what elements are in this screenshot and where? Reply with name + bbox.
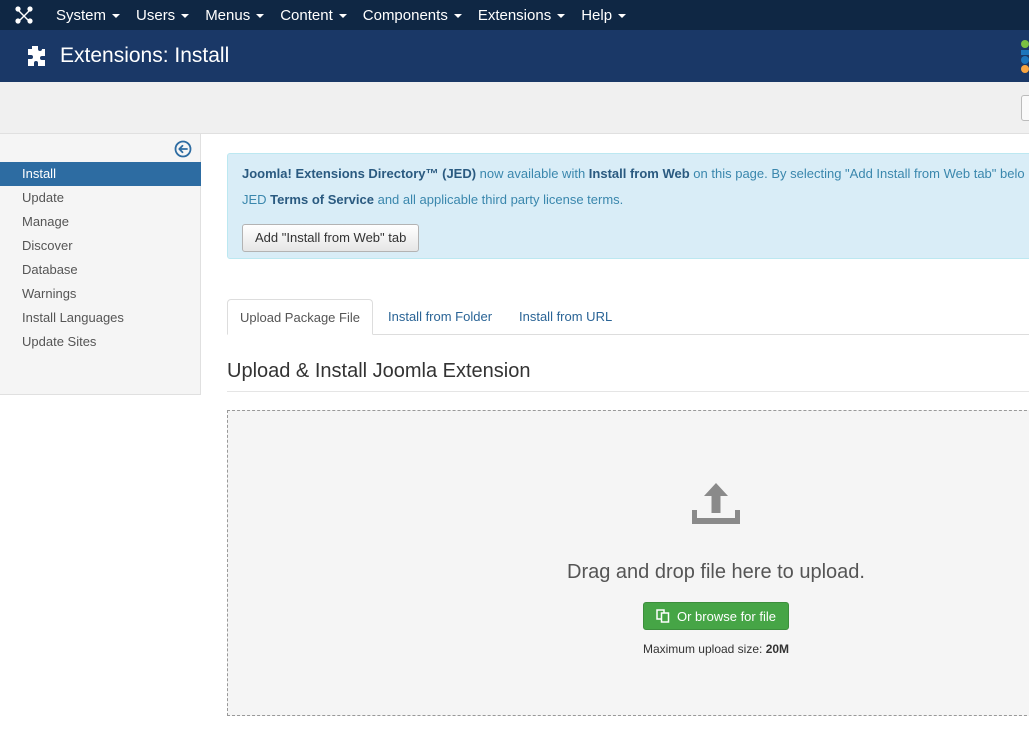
menu-extensions[interactable]: Extensions	[470, 0, 573, 30]
install-tabs: Upload Package File Install from Folder …	[227, 299, 1029, 335]
max-upload-size: Maximum upload size: 20M	[228, 642, 1029, 656]
caret-down-icon	[256, 14, 265, 18]
sidebar-item-install-languages[interactable]: Install Languages	[0, 306, 201, 330]
menu-label: Help	[581, 6, 613, 24]
menu-components[interactable]: Components	[355, 0, 470, 30]
upload-dropzone[interactable]: Drag and drop file here to upload. Or br…	[227, 410, 1029, 716]
jed-info-alert: Joomla! Extensions Directory™ (JED) now …	[227, 153, 1029, 259]
caret-down-icon	[338, 14, 347, 18]
alert-text: JED	[242, 192, 271, 207]
tab-install-from-folder[interactable]: Install from Folder	[376, 299, 504, 335]
alert-line-1: Joomla! Extensions Directory™ (JED) now …	[242, 166, 1029, 192]
puzzle-piece-icon	[28, 46, 45, 66]
caret-down-icon	[557, 14, 566, 18]
divider	[227, 391, 1029, 392]
menu-system[interactable]: System	[48, 0, 128, 30]
drop-instruction-text: Drag and drop file here to upload.	[567, 561, 865, 583]
sidebar-item-update-sites[interactable]: Update Sites	[0, 330, 201, 354]
menu-label: Extensions	[477, 6, 552, 24]
joomla-logo-icon[interactable]	[0, 0, 48, 30]
alert-text: and all applicable third party license t…	[373, 192, 624, 207]
upload-icon	[692, 483, 740, 524]
top-navbar: System Users Menus Content Components Ex…	[0, 0, 1029, 30]
sidebar-item-discover[interactable]: Discover	[0, 234, 201, 258]
copy-files-icon	[656, 609, 670, 623]
caret-down-icon	[181, 14, 190, 18]
sidebar-item-manage[interactable]: Manage	[0, 210, 201, 234]
menu-label: Users	[136, 6, 176, 24]
page-header: Extensions: Install	[0, 30, 1029, 82]
toolbar-options-button[interactable]	[1021, 95, 1029, 121]
joomla-brand-logo-icon	[1021, 40, 1029, 73]
tab-upload-package-file[interactable]: Upload Package File	[227, 299, 373, 335]
install-from-web-text: Install from Web	[588, 166, 690, 181]
caret-down-icon	[618, 14, 627, 18]
caret-down-icon	[453, 14, 462, 18]
page-title: Extensions: Install	[60, 44, 230, 67]
menu-label: System	[56, 6, 107, 24]
browse-for-file-button[interactable]: Or browse for file	[643, 602, 789, 630]
caret-down-icon	[112, 14, 121, 18]
alert-line-2: JED Terms of Service and all applicable …	[242, 192, 1029, 218]
tab-install-from-url[interactable]: Install from URL	[507, 299, 624, 335]
toolbar	[0, 82, 1029, 134]
sidebar-item-warnings[interactable]: Warnings	[0, 282, 201, 306]
menu-menus[interactable]: Menus	[197, 0, 272, 30]
menu-users[interactable]: Users	[128, 0, 197, 30]
alert-text: now available with	[476, 166, 589, 181]
main-menu: System Users Menus Content Components Ex…	[48, 0, 634, 30]
sidebar-item-database[interactable]: Database	[0, 258, 201, 282]
sidebar-item-update[interactable]: Update	[0, 186, 201, 210]
menu-help[interactable]: Help	[573, 0, 634, 30]
alert-text: on this page. By selecting "Add Install …	[689, 166, 1025, 181]
max-upload-label: Maximum upload size:	[642, 642, 766, 656]
browse-button-label: Or browse for file	[677, 608, 776, 624]
terms-of-service-text: Terms of Service	[270, 192, 374, 207]
section-title: Upload & Install Joomla Extension	[227, 360, 531, 382]
max-upload-value: 20M	[765, 642, 790, 656]
sidebar-menu: Install Update Manage Discover Database …	[0, 162, 201, 354]
sidebar-item-install[interactable]: Install	[0, 162, 201, 186]
sidebar: Install Update Manage Discover Database …	[0, 134, 201, 395]
menu-label: Components	[362, 6, 448, 24]
menu-content[interactable]: Content	[272, 0, 355, 30]
add-install-from-web-tab-button[interactable]: Add "Install from Web" tab	[242, 224, 420, 252]
menu-label: Content	[280, 6, 333, 24]
jed-name: Joomla! Extensions Directory™ (JED)	[242, 166, 477, 181]
menu-label: Menus	[205, 6, 251, 24]
collapse-sidebar-icon[interactable]	[174, 140, 192, 158]
